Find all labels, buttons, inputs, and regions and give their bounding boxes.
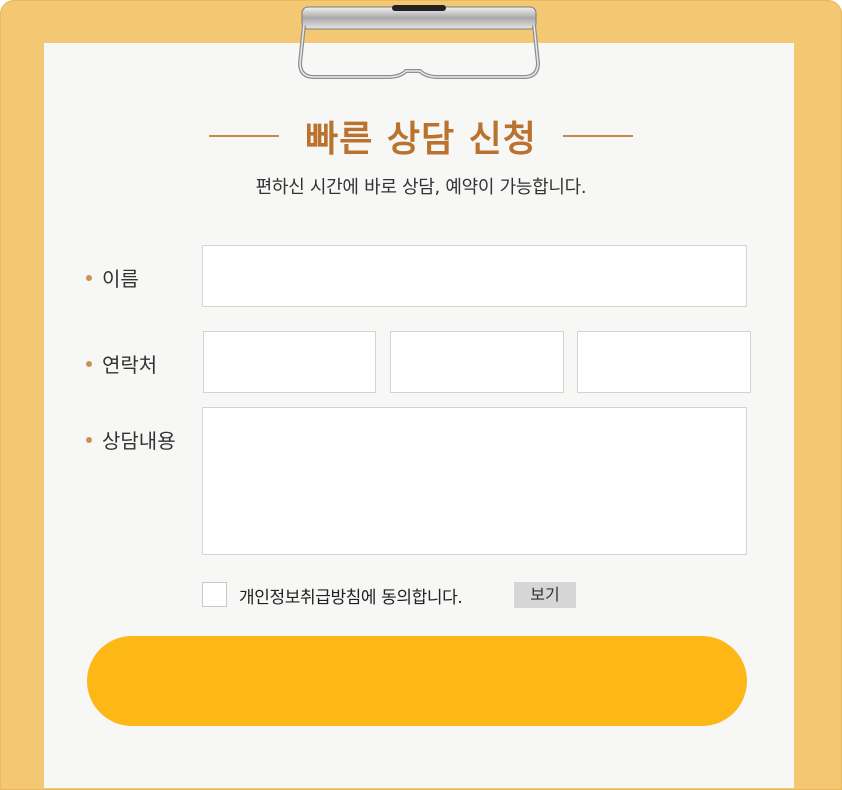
phone-label-text: 연락처 bbox=[102, 353, 158, 377]
privacy-view-button[interactable]: 보기 bbox=[514, 582, 576, 608]
phone-input-1[interactable] bbox=[203, 331, 376, 393]
name-label-text: 이름 bbox=[102, 267, 139, 291]
bullet-icon bbox=[86, 436, 92, 443]
title-left-rule bbox=[209, 135, 280, 137]
bullet-icon bbox=[86, 360, 92, 367]
name-input[interactable] bbox=[202, 245, 747, 307]
submit-button[interactable] bbox=[87, 636, 747, 726]
message-textarea[interactable] bbox=[202, 407, 747, 555]
clipboard-clip-icon bbox=[297, 5, 541, 79]
page-subtitle: 편하신 시간에 바로 상담, 예약이 가능합니다. bbox=[255, 177, 587, 198]
privacy-agree-text: 개인정보취급방침에 동의합니다. bbox=[239, 588, 463, 608]
message-label: 상담내용 bbox=[86, 425, 176, 454]
message-label-text: 상담내용 bbox=[102, 429, 176, 453]
form-header: 빠른 상담 신청 bbox=[0, 110, 842, 162]
phone-label: 연락처 bbox=[86, 349, 157, 378]
phone-input-3[interactable] bbox=[577, 331, 751, 393]
page-title: 빠른 상담 신청 bbox=[305, 119, 537, 160]
bullet-icon bbox=[86, 274, 92, 281]
name-label: 이름 bbox=[86, 263, 139, 292]
privacy-checkbox[interactable] bbox=[202, 582, 227, 607]
title-right-rule bbox=[562, 135, 633, 137]
phone-input-2[interactable] bbox=[390, 331, 564, 393]
